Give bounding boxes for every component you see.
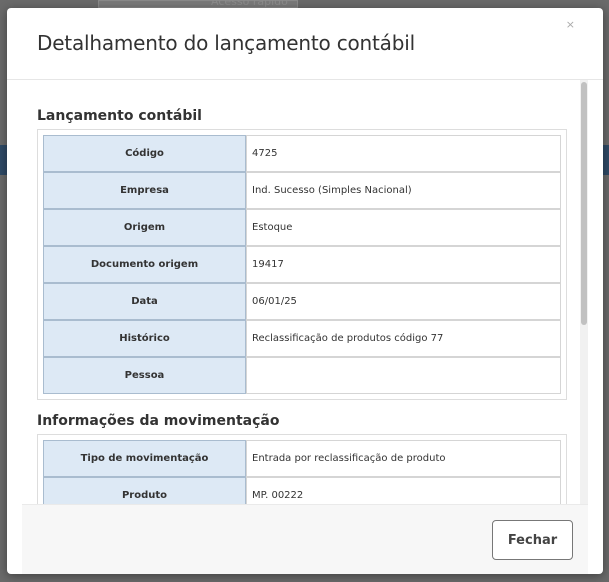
background-quick-access-field: Acesso rápido [98, 0, 298, 8]
row-label-produto: Produto [43, 477, 246, 504]
background-header-bar-left [0, 145, 7, 175]
row-label-pessoa: Pessoa [43, 357, 246, 394]
modal-header: Detalhamento do lançamento contábil × [7, 8, 603, 80]
background-header-bar-right [603, 145, 609, 175]
close-button[interactable]: Fechar [492, 520, 573, 560]
row-label-origem: Origem [43, 209, 246, 246]
scrollbar-thumb[interactable] [581, 82, 587, 325]
row-label-historico: Histórico [43, 320, 246, 357]
lancamento-table: Código 4725 Empresa Ind. Sucesso (Simple… [43, 135, 561, 394]
modal-body: Lançamento contábil Código 4725 Empresa … [22, 80, 588, 504]
table-row: Data 06/01/25 [43, 283, 561, 320]
row-label-codigo: Código [43, 135, 246, 172]
row-value-tipo-movimentacao: Entrada por reclassificação de produto [246, 440, 561, 477]
row-value-historico: Reclassificação de produtos código 77 [246, 320, 561, 357]
row-value-documento-origem: 19417 [246, 246, 561, 283]
row-value-origem: Estoque [246, 209, 561, 246]
modal-title: Detalhamento do lançamento contábil [37, 31, 415, 55]
modal-footer: Fechar [22, 504, 588, 574]
table-row: Documento origem 19417 [43, 246, 561, 283]
row-label-documento-origem: Documento origem [43, 246, 246, 283]
movimentacao-table-wrap: Tipo de movimentação Entrada por reclass… [37, 434, 567, 504]
section-title-movimentacao: Informações da movimentação [37, 413, 280, 429]
row-label-data: Data [43, 283, 246, 320]
table-row: Empresa Ind. Sucesso (Simples Nacional) [43, 172, 561, 209]
close-icon[interactable]: × [566, 18, 575, 31]
lancamento-table-wrap: Código 4725 Empresa Ind. Sucesso (Simple… [37, 129, 567, 400]
lancamento-detail-modal: Detalhamento do lançamento contábil × La… [7, 8, 603, 574]
background-quick-access-text: Acesso rápido [211, 0, 288, 8]
table-row: Pessoa [43, 357, 561, 394]
movimentacao-table: Tipo de movimentação Entrada por reclass… [43, 440, 561, 504]
row-label-empresa: Empresa [43, 172, 246, 209]
table-row: Código 4725 [43, 135, 561, 172]
row-value-empresa: Ind. Sucesso (Simples Nacional) [246, 172, 561, 209]
table-row: Origem Estoque [43, 209, 561, 246]
table-row: Tipo de movimentação Entrada por reclass… [43, 440, 561, 477]
row-label-tipo-movimentacao: Tipo de movimentação [43, 440, 246, 477]
table-row: Histórico Reclassificação de produtos có… [43, 320, 561, 357]
row-value-data: 06/01/25 [246, 283, 561, 320]
table-row: Produto MP. 00222 [43, 477, 561, 504]
modal-body-scrollbar[interactable] [580, 80, 588, 504]
section-title-lancamento: Lançamento contábil [37, 108, 202, 124]
row-value-pessoa [246, 357, 561, 394]
row-value-codigo: 4725 [246, 135, 561, 172]
row-value-produto: MP. 00222 [246, 477, 561, 504]
